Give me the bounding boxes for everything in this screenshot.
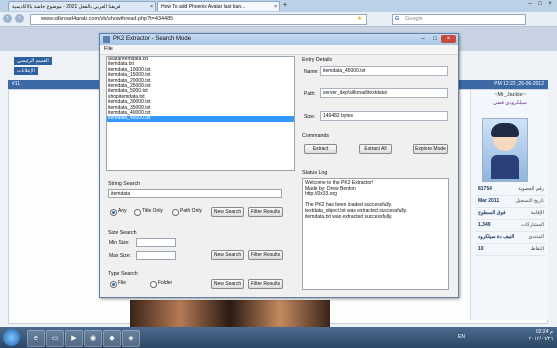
file-list-item[interactable]: itemdata_45000.txt [107,115,294,122]
maximize-icon[interactable]: □ [430,35,440,43]
folder-icon[interactable]: ▭ [46,330,64,347]
entry-name-field[interactable]: itemdata_45000.txt [320,66,448,76]
file-list[interactable]: avatarItemdata.txt itemdata.txt itemdata_1… [106,56,295,171]
back-icon[interactable]: ‹ [3,14,12,23]
status-log-label: Status Log [302,170,328,176]
string-new-search-button[interactable]: New Search [211,207,244,217]
close-icon[interactable]: × [545,1,555,7]
stat-row: فوق السطوح الإقامة [476,208,546,220]
minimize-icon[interactable]: – [418,35,428,43]
radio-title-only[interactable]: Title Only [134,208,163,216]
forward-icon[interactable]: › [15,14,24,23]
pk2-extractor-icon[interactable]: ◈ [122,330,140,347]
minimize-icon[interactable]: – [525,1,535,7]
stat-row: 10 النقاط [476,244,546,256]
media-icon[interactable]: ▶ [65,330,83,347]
radio-path-only[interactable]: Path Only [172,208,202,216]
address-bar[interactable]: www.silkroad4arab.com/vb/showthread.php?… [30,14,367,25]
tab-title: فريقنا العربي بالفعل 2021 - موضوع خاصة ب… [12,4,121,10]
pk2-extractor-window: PK2 Extractor - Search Mode – □ × File a… [99,33,459,298]
app-icon [103,36,110,43]
taskbar: e ▭ ▶ ◉ ◆ ◈ EN 02:24 م ٢٠١٢/٠٦/٢٦ [0,327,557,348]
window-title-bar[interactable]: PK2 Extractor - Search Mode – □ × [100,34,458,45]
path-label: Path: [304,91,316,97]
post-image [130,300,330,327]
status-log-line: itemdata.txt was extracted successfully. [305,213,393,220]
post-date: PM 12:22 ,26-06-2012 [494,81,544,87]
url-text: www.silkroad4arab.com/vb/showthread.php?… [41,16,174,22]
menu-file[interactable]: File [104,45,113,54]
min-size-label: Min Size: [109,240,130,246]
clock-date: ٢٠١٢/٠٦/٢٦ [528,336,553,342]
browser-tab-bar: فريقنا العربي بالفعل 2021 - موضوع خاصة ب… [0,0,557,12]
type-search-label: Type Search [108,271,138,277]
username[interactable]: ~Mr_Jackie~ [477,92,543,98]
entry-details-label: Entry Details [302,57,333,63]
clock[interactable]: 02:24 م ٢٠١٢/٠٦/٢٦ [529,329,553,343]
browser-tab-1[interactable]: فريقنا العربي بالفعل 2021 - موضوع خاصة ب… [8,1,156,11]
max-size-label: Max Size: [109,253,131,259]
menu-bar: File [100,45,458,55]
name-label: Name: [304,69,319,75]
browser-window-controls: – □ × [525,1,555,7]
radio-any[interactable]: Any [110,208,127,216]
close-icon[interactable]: × [150,2,153,11]
size-new-search-button[interactable]: New Search [211,250,244,260]
max-size-input[interactable] [136,251,176,260]
browser-nav-bar: ‹ › www.silkroad4arab.com/vb/showthread.… [0,12,557,27]
stat-row: 81754 رقم العضوية [476,184,546,196]
extract-button[interactable]: Extract [304,144,337,154]
commands-label: Commands [302,133,330,139]
ie-icon[interactable]: e [27,330,45,347]
type-filter-results-button[interactable]: Filter Results [248,279,283,289]
forum-main-button[interactable]: القسم الرئيسي [14,57,52,65]
firefox-icon[interactable]: ◉ [84,330,102,347]
size-search-label: Size Search [108,230,137,236]
new-tab-button[interactable]: + [283,2,287,10]
stat-row: 1,349 المشاركات [476,220,546,232]
close-icon[interactable]: × [274,2,277,11]
user-stats: 81754 رقم العضوية Mar 2011 تاريخ التسجيل ف… [476,184,546,256]
string-filter-results-button[interactable]: Filter Results [248,207,283,217]
google-icon: G [395,16,400,22]
stat-row: النيف دة سيلكرود المنتدي [476,232,546,244]
post-number[interactable]: #11 [12,80,20,89]
user-title: سيلكرودي فضي [493,100,527,106]
star-icon[interactable]: ★ [357,15,362,24]
browser-tab-2[interactable]: How To add Phoenix Avatar last ban... × [157,1,280,11]
size-filter-results-button[interactable]: Filter Results [248,250,283,260]
entry-size-field[interactable]: 149482 bytes [320,111,448,121]
stat-row: Mar 2011 تاريخ التسجيل [476,196,546,208]
language-indicator[interactable]: EN [458,334,465,340]
radio-file[interactable]: File [110,280,126,288]
maximize-icon[interactable]: □ [535,1,545,7]
entry-path-field[interactable]: server_dep\silkroad\textdata\ [320,88,448,98]
radio-folder[interactable]: Folder [150,280,172,288]
string-search-input[interactable]: itemdata [108,189,282,198]
status-log[interactable]: Welcome to the PK2 Extractor! Made by: Dr… [302,178,449,290]
forum-ads-button[interactable]: الإعلانات [14,67,38,75]
explore-mode-button[interactable]: Explore Mode [413,144,448,154]
close-icon[interactable]: × [441,35,456,43]
type-new-search-button[interactable]: New Search [211,279,244,289]
min-size-input[interactable] [136,238,176,247]
app-icon[interactable]: ◆ [103,330,121,347]
search-placeholder: Google [405,16,423,22]
clock-time: 02:24 م [535,329,553,335]
string-search-label: String Search [108,181,141,187]
avatar [482,118,528,182]
tab-title: How To add Phoenix Avatar last ban... [161,4,246,10]
size-label: Size: [304,114,316,120]
extract-all-button[interactable]: Extract All [359,144,392,154]
search-input[interactable]: G Google [392,14,526,25]
window-title: PK2 Extractor - Search Mode [113,36,192,42]
start-button[interactable] [3,329,20,346]
